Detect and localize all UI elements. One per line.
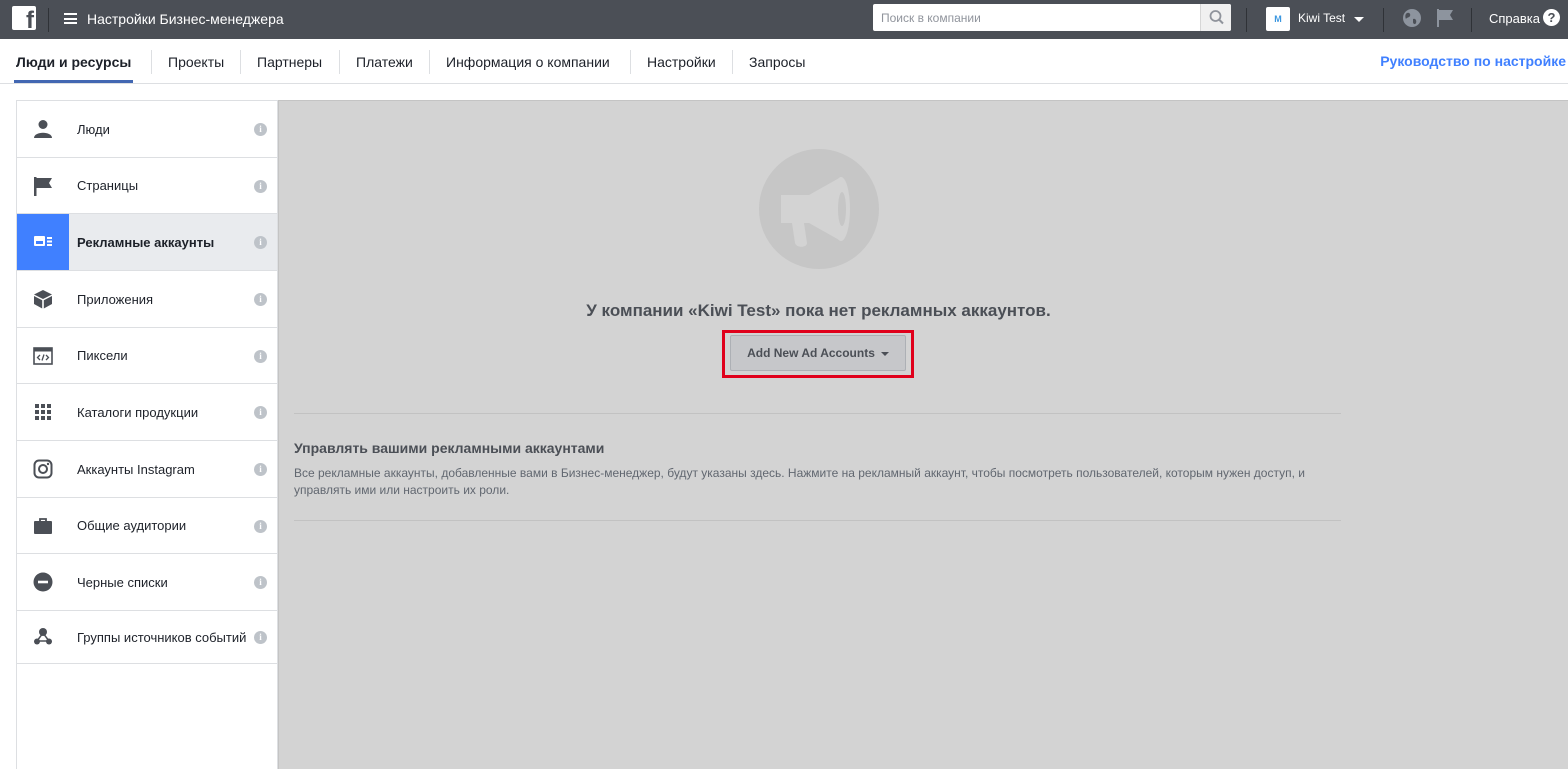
account-name: Kiwi Test xyxy=(1298,11,1346,25)
facebook-logo-icon[interactable]: f xyxy=(12,6,36,30)
search-button[interactable] xyxy=(1200,4,1231,31)
megaphone-icon xyxy=(759,149,879,269)
tab-projects[interactable]: Проекты xyxy=(152,39,240,83)
sidebar-item-shared-audiences[interactable]: Общие аудитории i xyxy=(17,498,277,554)
info-icon[interactable]: i xyxy=(254,236,267,249)
help-link[interactable]: Справка xyxy=(1489,11,1540,26)
manage-section-description: Все рекламные аккаунты, добавленные вами… xyxy=(294,466,1305,497)
sidebar: Люди i Страницы i Рекламные аккаунты i П… xyxy=(16,100,278,769)
info-icon[interactable]: i xyxy=(254,179,267,193)
tab-company-info[interactable]: Информация о компании xyxy=(430,39,626,83)
notifications-flag-icon[interactable] xyxy=(1435,8,1455,28)
divider xyxy=(294,413,1341,414)
menu-icon[interactable] xyxy=(64,13,77,24)
sidebar-item-label: Общие аудитории xyxy=(77,518,187,533)
sidebar-item-ad-accounts[interactable]: Рекламные аккаунты i xyxy=(17,214,277,271)
info-icon[interactable]: i xyxy=(254,123,267,136)
search-input[interactable] xyxy=(873,4,1200,31)
block-icon xyxy=(33,572,53,592)
tab-settings[interactable]: Настройки xyxy=(631,39,732,83)
divider xyxy=(294,520,1341,521)
help-icon[interactable]: ? xyxy=(1543,9,1560,26)
cube-icon xyxy=(34,290,52,309)
account-avatar: M xyxy=(1266,7,1290,31)
sidebar-item-label: Черные списки xyxy=(77,574,168,590)
info-icon[interactable]: i xyxy=(254,406,267,419)
search-icon xyxy=(1209,10,1224,25)
setup-guide-link[interactable]: Руководство по настройке xyxy=(1380,53,1566,69)
info-icon[interactable]: i xyxy=(254,349,267,363)
info-icon[interactable]: i xyxy=(254,463,267,476)
briefcase-icon xyxy=(34,517,52,534)
manage-section-title: Управлять вашими рекламными аккаунтами xyxy=(294,440,605,456)
add-button-label: Add New Ad Accounts xyxy=(747,346,875,360)
sidebar-item-pages[interactable]: Страницы i xyxy=(17,158,277,214)
sidebar-item-label: Группы источников событий xyxy=(77,629,247,645)
info-icon[interactable]: i xyxy=(254,631,267,644)
tab-partners[interactable]: Партнеры xyxy=(241,39,338,83)
chevron-down-icon xyxy=(1354,17,1364,22)
sidebar-item-apps[interactable]: Приложения i xyxy=(17,271,277,328)
sidebar-item-label: Пиксели xyxy=(77,348,128,363)
sidebar-item-label: Рекламные аккаунты xyxy=(77,234,215,250)
sidebar-item-instagram[interactable]: Аккаунты Instagram i xyxy=(17,441,277,498)
section-tabs: Люди и ресурсы Проекты Партнеры Платежи … xyxy=(0,39,1568,84)
sidebar-item-label: Каталоги продукции xyxy=(77,404,199,420)
sidebar-item-label: Страницы xyxy=(77,178,139,193)
event-group-icon xyxy=(34,628,52,645)
tab-requests[interactable]: Запросы xyxy=(733,39,821,83)
code-window-icon xyxy=(33,346,53,365)
main-content: У компании «Kiwi Test» пока нет рекламны… xyxy=(278,100,1568,769)
topbar-divider xyxy=(1246,8,1247,32)
instagram-icon xyxy=(33,459,53,479)
grid-icon xyxy=(35,404,51,420)
sidebar-item-blocklists[interactable]: Черные списки i xyxy=(17,554,277,611)
sidebar-item-label: Люди xyxy=(77,121,110,137)
empty-state-title: У компании «Kiwi Test» пока нет рекламны… xyxy=(586,301,1051,320)
info-icon[interactable]: i xyxy=(254,519,267,533)
topbar-divider xyxy=(1471,8,1472,32)
sidebar-item-people[interactable]: Люди i xyxy=(17,101,277,158)
sidebar-item-label: Аккаунты Instagram xyxy=(77,461,195,477)
info-icon[interactable]: i xyxy=(254,576,267,589)
tab-people-and-assets[interactable]: Люди и ресурсы xyxy=(0,39,147,83)
globe-icon[interactable] xyxy=(1402,8,1422,28)
top-bar: f Настройки Бизнес-менеджера M Kiwi Test… xyxy=(0,0,1568,39)
company-search xyxy=(873,4,1231,31)
sidebar-item-label: Приложения xyxy=(77,291,154,307)
sidebar-item-pixels[interactable]: Пиксели i xyxy=(17,328,277,384)
ad-account-icon xyxy=(34,236,52,246)
add-new-ad-accounts-button[interactable]: Add New Ad Accounts xyxy=(730,335,906,371)
app-title[interactable]: Настройки Бизнес-менеджера xyxy=(87,11,284,27)
sidebar-item-catalogs[interactable]: Каталоги продукции i xyxy=(17,384,277,441)
topbar-divider xyxy=(48,8,49,32)
caret-down-icon xyxy=(880,351,889,356)
flag-icon xyxy=(34,176,52,196)
person-icon xyxy=(34,120,52,138)
info-icon[interactable]: i xyxy=(254,293,267,306)
tab-payments[interactable]: Платежи xyxy=(340,39,429,83)
topbar-divider xyxy=(1383,8,1384,32)
sidebar-item-event-source-groups[interactable]: Группы источников событий i xyxy=(17,611,277,664)
